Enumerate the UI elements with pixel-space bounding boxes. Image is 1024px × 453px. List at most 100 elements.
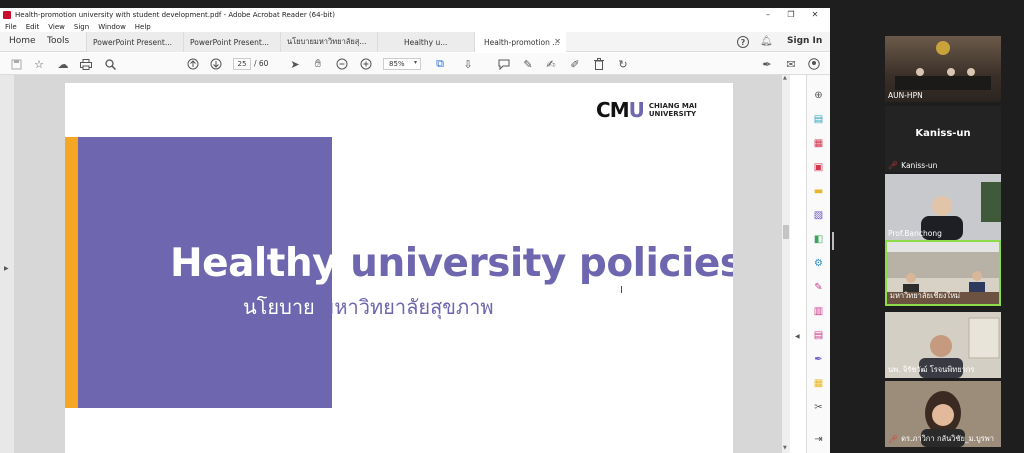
more-tools-icon[interactable]: ✂ — [812, 401, 825, 414]
zoom-level-select[interactable]: 85% ▾ — [383, 58, 421, 70]
draw-sign-icon[interactable]: ✍︎ — [543, 56, 559, 72]
compress-icon[interactable]: ◧ — [812, 233, 825, 246]
previous-page-icon[interactable] — [185, 56, 201, 72]
toolbar: ☆ ☁ 25 / 60 ➤ ✋︎ 85% ▾ ⧉ ⇩ ✎ ✍︎ ✐ ↻ ✒ ✉ — [0, 53, 830, 75]
expand-left-panel-icon[interactable]: ▶ — [4, 265, 9, 272]
zoom-tool-icon[interactable]: ⊕ — [812, 89, 825, 102]
doc-tab-label: Health-promotion ... — [484, 37, 560, 47]
next-page-icon[interactable] — [208, 56, 224, 72]
delete-trash-icon[interactable] — [591, 56, 607, 72]
slide-title-english: Healthy university policies — [170, 241, 733, 286]
print-icon[interactable] — [78, 56, 94, 72]
export-pdf-icon[interactable]: ▤ — [812, 113, 825, 126]
nav-tools[interactable]: Tools — [47, 36, 69, 46]
organize-pages-icon[interactable]: ▧ — [812, 209, 825, 222]
menu-sign[interactable]: Sign — [74, 23, 89, 31]
participant-display-name: Kaniss-un — [915, 128, 971, 139]
highlight-pen-icon[interactable]: ✎ — [520, 56, 536, 72]
scroll-mode-icon[interactable]: ⇩ — [460, 56, 476, 72]
mic-off-icon: 🎤︎ — [888, 434, 899, 444]
page-total: / 60 — [254, 59, 269, 68]
menu-edit[interactable]: Edit — [26, 23, 40, 31]
participant-name: นพ. จิรัชวัฒ์ โรจนพิทยากร — [888, 365, 975, 374]
panel-splitter[interactable] — [832, 232, 834, 250]
help-icon[interactable]: ? — [737, 36, 749, 48]
participant-tile-4-active-speaker[interactable]: มหาวิทยาลัยเชียงใหม่ — [885, 240, 1001, 306]
doc-tab-label: PowerPoint Present... — [190, 37, 269, 47]
doc-tab-1[interactable]: PowerPoint Present... — [86, 32, 183, 52]
fill-sign-icon[interactable]: ✐ — [567, 56, 583, 72]
sign-in-button[interactable]: Sign In — [787, 36, 822, 46]
close-button[interactable]: ✕ — [803, 8, 827, 21]
doc-tab-3[interactable]: นโยบายมหาวิทยาลัยสุ... — [280, 32, 377, 52]
edit-pdf-icon[interactable]: ▤ — [812, 329, 825, 342]
acrobat-app-icon — [3, 10, 11, 19]
upload-cloud-icon[interactable]: ☁ — [55, 56, 71, 72]
tools-pane: ⊕ ▤ ▦ ▣ ▬ ▧ ◧ ⚙ ✎ ▥ ▤ ✒ ▦ ✂ ⇥ — [806, 75, 830, 453]
fill-sign-tool-icon[interactable]: ✎ — [812, 281, 825, 294]
participant-tile-5[interactable]: นพ. จิรัชวัฒ์ โรจนพิทยากร — [885, 312, 1001, 378]
menu-help[interactable]: Help — [135, 23, 151, 31]
bookmark-star-icon[interactable]: ☆ — [31, 56, 47, 72]
menu-bar: File Edit View Sign Window Help — [0, 21, 830, 32]
participant-name-row: 🎤︎ ดร.ภาวิกา กลันวิชัย_ม.บูรพา — [888, 434, 994, 444]
doc-tab-5-active[interactable]: Health-promotion ... ✕ — [474, 32, 566, 52]
mic-off-icon: 🎤︎ — [888, 161, 899, 170]
close-tab-icon[interactable]: ✕ — [554, 37, 561, 46]
send-review-icon[interactable]: ▦ — [812, 377, 825, 390]
search-icon[interactable] — [102, 56, 118, 72]
document-area[interactable]: ▶ CMU CHIANG MAI UNIVERSITY Healthy univ… — [0, 75, 800, 453]
participant-name: AUN-HPN — [888, 91, 923, 100]
zoom-out-icon[interactable] — [334, 56, 350, 72]
participant-tile-2[interactable]: Kaniss-un 🎤︎ Kaniss-un — [885, 106, 1001, 172]
fit-page-icon[interactable]: ⧉ — [432, 56, 448, 72]
menu-view[interactable]: View — [48, 23, 65, 31]
scroll-down-icon[interactable]: ▼ — [783, 445, 787, 451]
screen: Health-promotion university with student… — [0, 0, 1024, 453]
save-icon[interactable] — [8, 56, 24, 72]
nav-home[interactable]: Home — [9, 36, 36, 46]
doc-tab-4[interactable]: Healthy u... — [377, 32, 474, 52]
maximize-button[interactable]: ❐ — [779, 8, 803, 21]
scroll-up-icon[interactable]: ▲ — [783, 75, 787, 81]
menu-window[interactable]: Window — [98, 23, 126, 31]
select-cursor-icon[interactable]: ➤ — [287, 56, 303, 72]
create-pdf-icon[interactable]: ▦ — [812, 137, 825, 150]
minimize-button[interactable]: – — [756, 8, 780, 21]
combine-files-icon[interactable]: ▣ — [812, 161, 825, 174]
email-icon[interactable]: ✉ — [783, 56, 799, 72]
comment-tool-icon[interactable]: ▬ — [812, 185, 825, 198]
participant-tile-6[interactable]: 🎤︎ ดร.ภาวิกา กลันวิชัย_ม.บูรพา — [885, 381, 1001, 447]
redact-icon[interactable]: ✒ — [812, 353, 825, 366]
request-signature-icon[interactable]: ▥ — [812, 305, 825, 318]
doc-tab-label: PowerPoint Present... — [93, 37, 172, 47]
bell-icon[interactable]: 🔔︎ — [760, 36, 773, 47]
hand-tool-icon[interactable]: ✋︎ — [310, 56, 326, 72]
collapse-tools-pane-icon[interactable]: ⇥ — [812, 433, 825, 446]
protect-icon[interactable]: ⚙ — [812, 257, 825, 270]
participant-name-row: 🎤︎ Kaniss-un — [888, 161, 938, 170]
participant-name: Prof.Banchong — [888, 229, 942, 238]
page-number-input[interactable]: 25 — [233, 58, 251, 70]
rotate-icon[interactable]: ↻ — [615, 56, 631, 72]
cmu-logo-mark: CMU — [596, 98, 645, 122]
text-cursor-icon: I — [620, 285, 623, 296]
acrobat-window: Health-promotion university with student… — [0, 8, 830, 453]
participant-name: มหาวิทยาลัยเชียงใหม่ — [890, 291, 961, 300]
left-panel-toggle[interactable]: ▶ — [0, 75, 14, 453]
doc-tab-2[interactable]: PowerPoint Present... — [183, 32, 280, 52]
edit-tools-icon[interactable]: ✒ — [759, 56, 775, 72]
participant-tile-1[interactable]: AUN-HPN — [885, 36, 1001, 102]
zoom-value: 85% — [389, 60, 405, 68]
scrollbar-thumb[interactable] — [783, 225, 789, 239]
chevron-down-icon: ▾ — [413, 59, 417, 66]
account-icon[interactable] — [806, 56, 822, 72]
vertical-scrollbar[interactable]: ▲ ▼ — [782, 75, 790, 453]
collapse-right-pane-icon[interactable]: ◀ — [795, 333, 800, 340]
comment-icon[interactable] — [496, 56, 512, 72]
slide-orange-accent-bar — [65, 137, 78, 408]
zoom-in-icon[interactable] — [358, 56, 374, 72]
pdf-page[interactable]: CMU CHIANG MAI UNIVERSITY Healthy univer… — [65, 83, 733, 453]
menu-file[interactable]: File — [5, 23, 17, 31]
participant-tile-3[interactable]: Prof.Banchong — [885, 174, 1001, 240]
